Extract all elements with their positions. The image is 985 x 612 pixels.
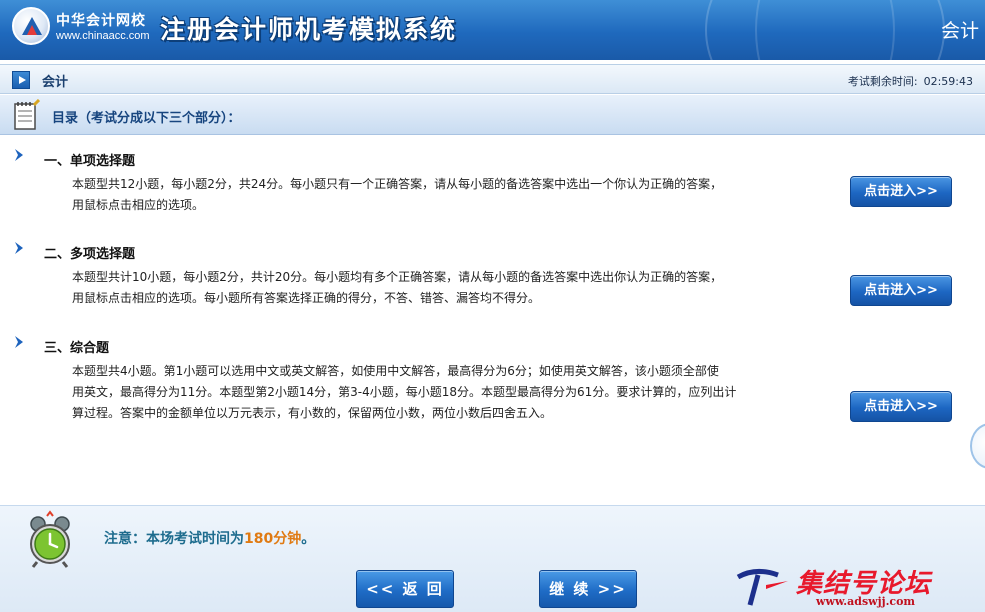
notice-prefix: 注意：本场考试时间为: [104, 531, 244, 547]
section-heading: 一、单项选择题: [44, 154, 136, 169]
description-line: 用英文，最高得分为11分。本题型第2小题14分，第3-4小题，每小题18分。本题…: [72, 385, 737, 399]
section-heading: 二、多项选择题: [44, 247, 136, 262]
header-globe-decoration-inner: [755, 0, 895, 60]
back-button[interactable]: << 返 回: [356, 570, 454, 608]
description-line: 本题型共4小题。第1小题可以选用中文或英文解答，如使用中文解答，最高得分为6分；…: [72, 364, 719, 378]
brand-name: 中华会计网校: [56, 13, 146, 29]
toc-bar: 目录（考试分成以下三个部分）：: [0, 95, 985, 135]
description-line: 用鼠标点击相应的选项。每小题所有答案选择正确的得分，不答、错答、漏答均不得分。: [72, 291, 541, 305]
brand-url: www.chinaacc.com: [56, 30, 150, 42]
chinaacc-logo-icon: [12, 7, 50, 45]
chevron-right-icon: [15, 242, 23, 254]
timer-value: 02:59:43: [923, 75, 973, 88]
toc-title: 目录（考试分成以下三个部分）：: [52, 111, 241, 126]
app-header: 中华会计网校 www.chinaacc.com 注册会计师机考模拟系统 会计: [0, 0, 985, 60]
forum-watermark: 集结号论坛 www.adswjj.com: [732, 561, 982, 611]
subject-label: 会计: [42, 75, 69, 90]
header-subject: 会计: [940, 20, 979, 42]
watermark-logo-icon: [736, 569, 788, 606]
description-line: 本题型共计10小题，每小题2分，共计20分。每小题均有多个正确答案，请从每小题的…: [72, 270, 723, 284]
exam-timer: 考试剩余时间: 02:59:43: [848, 73, 973, 89]
watermark-url: www.adswjj.com: [816, 595, 916, 608]
enter-single-choice-button[interactable]: 点击进入>>: [850, 176, 952, 207]
chevron-right-icon: [15, 336, 23, 348]
timer-label: 考试剩余时间:: [847, 75, 918, 88]
notice-minutes: 180分钟: [244, 531, 302, 547]
enter-multiple-choice-button[interactable]: 点击进入>>: [850, 275, 952, 306]
description-line: 算过程。答案中的金额单位以万元表示，有小数的，保留两位小数，两位小数后四舍五入。: [72, 406, 553, 420]
description-line: 用鼠标点击相应的选项。: [72, 198, 205, 212]
chevron-right-icon: [15, 149, 23, 161]
enter-comprehensive-button[interactable]: 点击进入>>: [850, 391, 952, 422]
notice-suffix: 。: [301, 531, 316, 547]
description-line: 本题型共12小题，每小题2分，共24分。每小题只有一个正确答案，请从每小题的备选…: [72, 177, 723, 191]
section-description: 本题型共4小题。第1小题可以选用中文或英文解答，如使用中文解答，最高得分为6分；…: [72, 361, 832, 424]
continue-button[interactable]: 继 续 >>: [539, 570, 637, 608]
section-description: 本题型共12小题，每小题2分，共24分。每小题只有一个正确答案，请从每小题的备选…: [72, 174, 832, 216]
play-icon: [12, 71, 30, 89]
section-heading: 三、综合题: [44, 341, 110, 356]
exam-time-notice: 注意：本场考试时间为180分钟。: [104, 528, 315, 548]
alarm-clock-icon: [30, 510, 70, 568]
subject-bar: 会计 考试剩余时间: 02:59:43: [0, 64, 985, 94]
app-title: 注册会计师机考模拟系统: [160, 15, 458, 44]
bottom-panel: 注意：本场考试时间为180分钟。 << 返 回 继 续 >> 集结号论坛 www…: [0, 505, 985, 612]
notepad-icon: [14, 99, 40, 130]
main-panel: 目录（考试分成以下三个部分）： 一、单项选择题 本题型共12小题，每小题2分，共…: [0, 95, 985, 505]
section-description: 本题型共计10小题，每小题2分，共计20分。每小题均有多个正确答案，请从每小题的…: [72, 267, 832, 309]
